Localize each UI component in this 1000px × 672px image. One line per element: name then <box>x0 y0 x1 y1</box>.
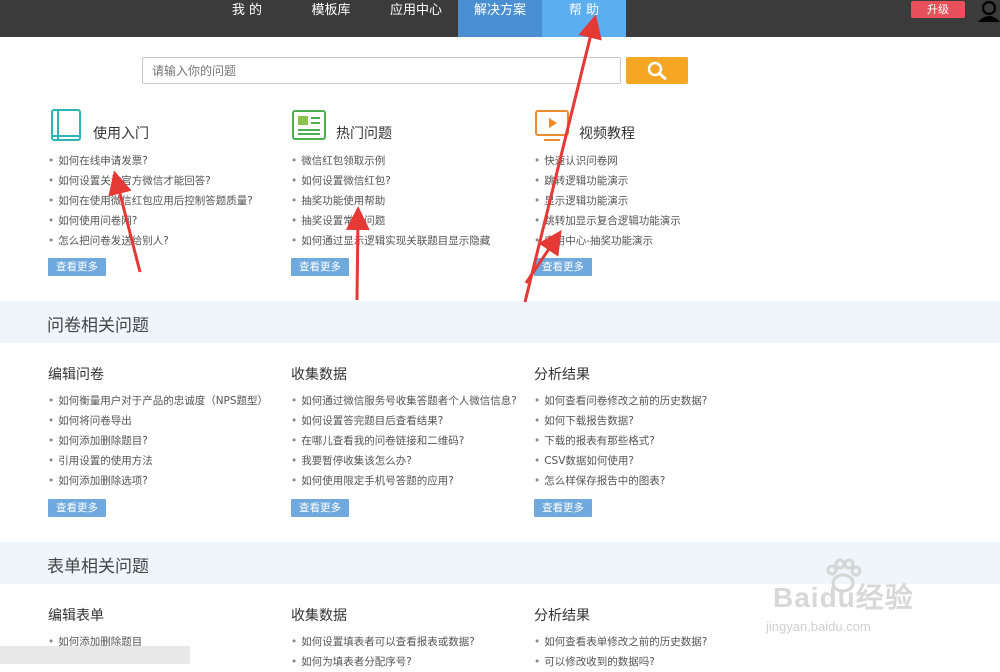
upgrade-button[interactable]: 升级 <box>911 1 965 18</box>
bottom-gray-strip <box>0 646 190 664</box>
section-title: 表单相关问题 <box>47 557 149 577</box>
video-monitor-icon <box>535 110 569 141</box>
question-link[interactable]: 如何在使用微信红包应用后控制答题质量? <box>48 191 253 211</box>
question-link[interactable]: 如何设置微信红包? <box>291 171 490 191</box>
nav-help[interactable]: 帮 助 <box>542 0 626 37</box>
document-list-icon <box>292 110 326 140</box>
question-link[interactable]: 抽奖功能使用帮助 <box>291 191 490 211</box>
nav-solutions[interactable]: 解决方案 <box>458 0 542 37</box>
section-band-survey: 问卷相关问题 <box>0 301 1000 343</box>
search-button[interactable] <box>626 57 688 84</box>
column-title: 分析结果 <box>534 367 590 383</box>
view-more-button[interactable]: 查看更多 <box>534 258 592 276</box>
column-title: 分析结果 <box>534 608 590 624</box>
question-link[interactable]: 如何添加删除选项? <box>48 471 268 491</box>
question-link[interactable]: 如何查看表单修改之前的历史数据? <box>534 632 707 652</box>
nav-templates[interactable]: 模板库 <box>291 0 371 37</box>
column-title: 编辑问卷 <box>48 367 104 383</box>
question-link[interactable]: CSV数据如何使用? <box>534 451 707 471</box>
question-link[interactable]: 我要暂停收集该怎么办? <box>291 451 517 471</box>
question-link[interactable]: 如何在线申请发票? <box>48 151 253 171</box>
column-title: 热门问题 <box>336 126 392 142</box>
user-avatar-icon[interactable] <box>977 0 1000 22</box>
baidu-jingyan-watermark: Baidu经验 jingyan.baidu.com <box>763 556 983 646</box>
question-link[interactable]: 下载的报表有那些格式? <box>534 431 707 451</box>
search-icon <box>647 61 667 80</box>
question-link[interactable]: 如何通过微信服务号收集答题者个人微信信息? <box>291 391 517 411</box>
top-nav-bar: 我 的 模板库 应用中心 解决方案 帮 助 升级 <box>0 0 1000 37</box>
question-link[interactable]: 如何使用问卷网? <box>48 211 253 231</box>
watermark-logo: Baidu经验 <box>773 582 914 613</box>
view-more-button[interactable]: 查看更多 <box>48 258 106 276</box>
question-link[interactable]: 如何将问卷导出 <box>48 411 268 431</box>
question-link[interactable]: 跳转加显示复合逻辑功能演示 <box>534 211 681 231</box>
question-link[interactable]: 可以修改收到的数据吗? <box>534 652 707 672</box>
question-link[interactable]: 快速认识问卷网 <box>534 151 681 171</box>
section-title: 问卷相关问题 <box>47 316 149 336</box>
question-link[interactable]: 如何使用限定手机号答题的应用? <box>291 471 517 491</box>
nav-my[interactable]: 我 的 <box>208 0 286 37</box>
question-link[interactable]: 跳转逻辑功能演示 <box>534 171 681 191</box>
question-link[interactable]: 抽奖设置常见问题 <box>291 211 490 231</box>
question-link[interactable]: 如何下载报告数据? <box>534 411 707 431</box>
view-more-button[interactable]: 查看更多 <box>534 499 592 517</box>
view-more-button[interactable]: 查看更多 <box>291 258 349 276</box>
column-title: 收集数据 <box>291 367 347 383</box>
question-link[interactable]: 怎么把问卷发送给别人? <box>48 231 253 251</box>
column-title: 编辑表单 <box>48 608 104 624</box>
view-more-button[interactable]: 查看更多 <box>48 499 106 517</box>
question-link[interactable]: 如何通过显示逻辑实现关联题目显示隐藏 <box>291 231 490 251</box>
column-title: 视频教程 <box>579 126 635 142</box>
question-link[interactable]: 应用中心-抽奖功能演示 <box>534 231 681 251</box>
column-title: 使用入门 <box>93 126 149 142</box>
question-link[interactable]: 怎么样保存报告中的图表? <box>534 471 707 491</box>
question-link[interactable]: 微信红包领取示例 <box>291 151 490 171</box>
question-link[interactable]: 引用设置的使用方法 <box>48 451 268 471</box>
question-link[interactable]: 如何设置关注官方微信才能回答? <box>48 171 253 191</box>
book-icon <box>51 109 81 141</box>
question-link[interactable]: 如何为填表者分配序号? <box>291 652 475 672</box>
question-link[interactable]: 如何设置填表者可以查看报表或数据? <box>291 632 475 652</box>
question-link[interactable]: 显示逻辑功能演示 <box>534 191 681 211</box>
view-more-button[interactable]: 查看更多 <box>291 499 349 517</box>
question-link[interactable]: 如何衡量用户对于产品的忠诚度（NPS题型） <box>48 391 268 411</box>
question-link[interactable]: 如何添加删除题目? <box>48 431 268 451</box>
watermark-url: jingyan.baidu.com <box>766 619 871 634</box>
question-link[interactable]: 如何查看问卷修改之前的历史数据? <box>534 391 707 411</box>
search-input[interactable] <box>142 57 621 84</box>
nav-app-center[interactable]: 应用中心 <box>376 0 456 37</box>
question-link[interactable]: 在哪儿查看我的问卷链接和二维码? <box>291 431 517 451</box>
column-title: 收集数据 <box>291 608 347 624</box>
question-link[interactable]: 如何设置答完题目后查看结果? <box>291 411 517 431</box>
